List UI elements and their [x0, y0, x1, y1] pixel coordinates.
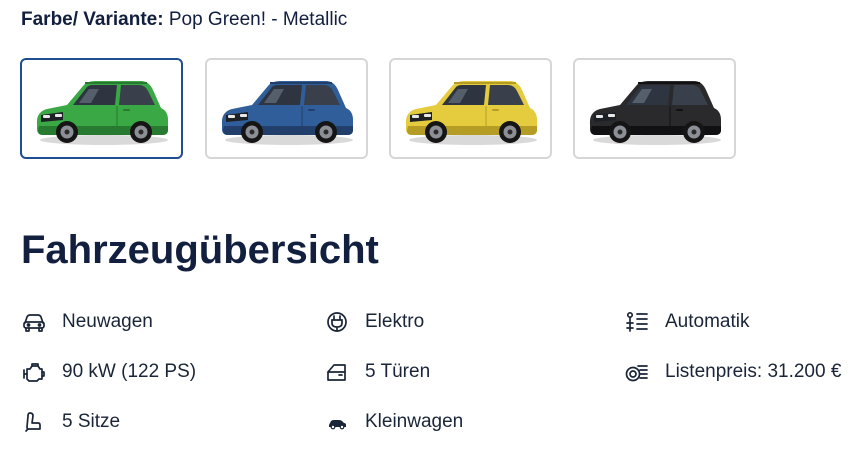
car-front-icon: [22, 310, 48, 334]
feature-fuel-text: Elektro: [365, 311, 425, 332]
feature-doors: 5 Türen: [325, 360, 430, 384]
feature-condition-text: Neuwagen: [62, 311, 153, 332]
feature-fuel: Elektro: [325, 310, 424, 334]
feature-seats: 5 Sitze: [22, 410, 120, 434]
engine-icon: [22, 360, 48, 384]
color-variant-value: Pop Green! - Metallic: [168, 9, 348, 30]
gear-shift-icon: [625, 310, 651, 334]
color-variant-label: Farbe/ Variante:: [21, 9, 164, 30]
color-variant-line: Farbe/ Variante: Pop Green! - Metallic: [21, 8, 347, 32]
feature-condition: Neuwagen: [22, 310, 153, 334]
feature-body-type-text: Kleinwagen: [365, 411, 464, 432]
car-seat-icon: [22, 410, 48, 434]
color-swatch-green[interactable]: [20, 58, 183, 159]
feature-doors-text: 5 Türen: [365, 361, 431, 382]
feature-price-text: Listenpreis: 31.200 €: [665, 361, 842, 382]
car-thumbnail: [36, 80, 168, 145]
car-thumbnail: [405, 80, 537, 145]
car-thumbnail: [589, 80, 721, 145]
feature-transmission-text: Automatik: [665, 311, 750, 332]
color-swatch-yellow[interactable]: [389, 58, 552, 159]
feature-seats-text: 5 Sitze: [62, 411, 121, 432]
car-thumbnail: [221, 80, 353, 145]
feature-transmission: Automatik: [625, 310, 749, 334]
feature-power-text: 90 kW (122 PS): [62, 361, 197, 382]
color-swatch-black[interactable]: [573, 58, 736, 159]
electric-plug-icon: [325, 310, 351, 334]
feature-price: Listenpreis: 31.200 €: [625, 360, 841, 384]
car-door-icon: [325, 360, 351, 384]
feature-power: 90 kW (122 PS): [22, 360, 196, 384]
price-coins-icon: [625, 360, 651, 384]
feature-body-type: Kleinwagen: [325, 410, 463, 434]
small-car-icon: [325, 410, 351, 434]
color-swatch-blue[interactable]: [205, 58, 368, 159]
vehicle-overview-title: Fahrzeugübersicht: [21, 228, 379, 272]
